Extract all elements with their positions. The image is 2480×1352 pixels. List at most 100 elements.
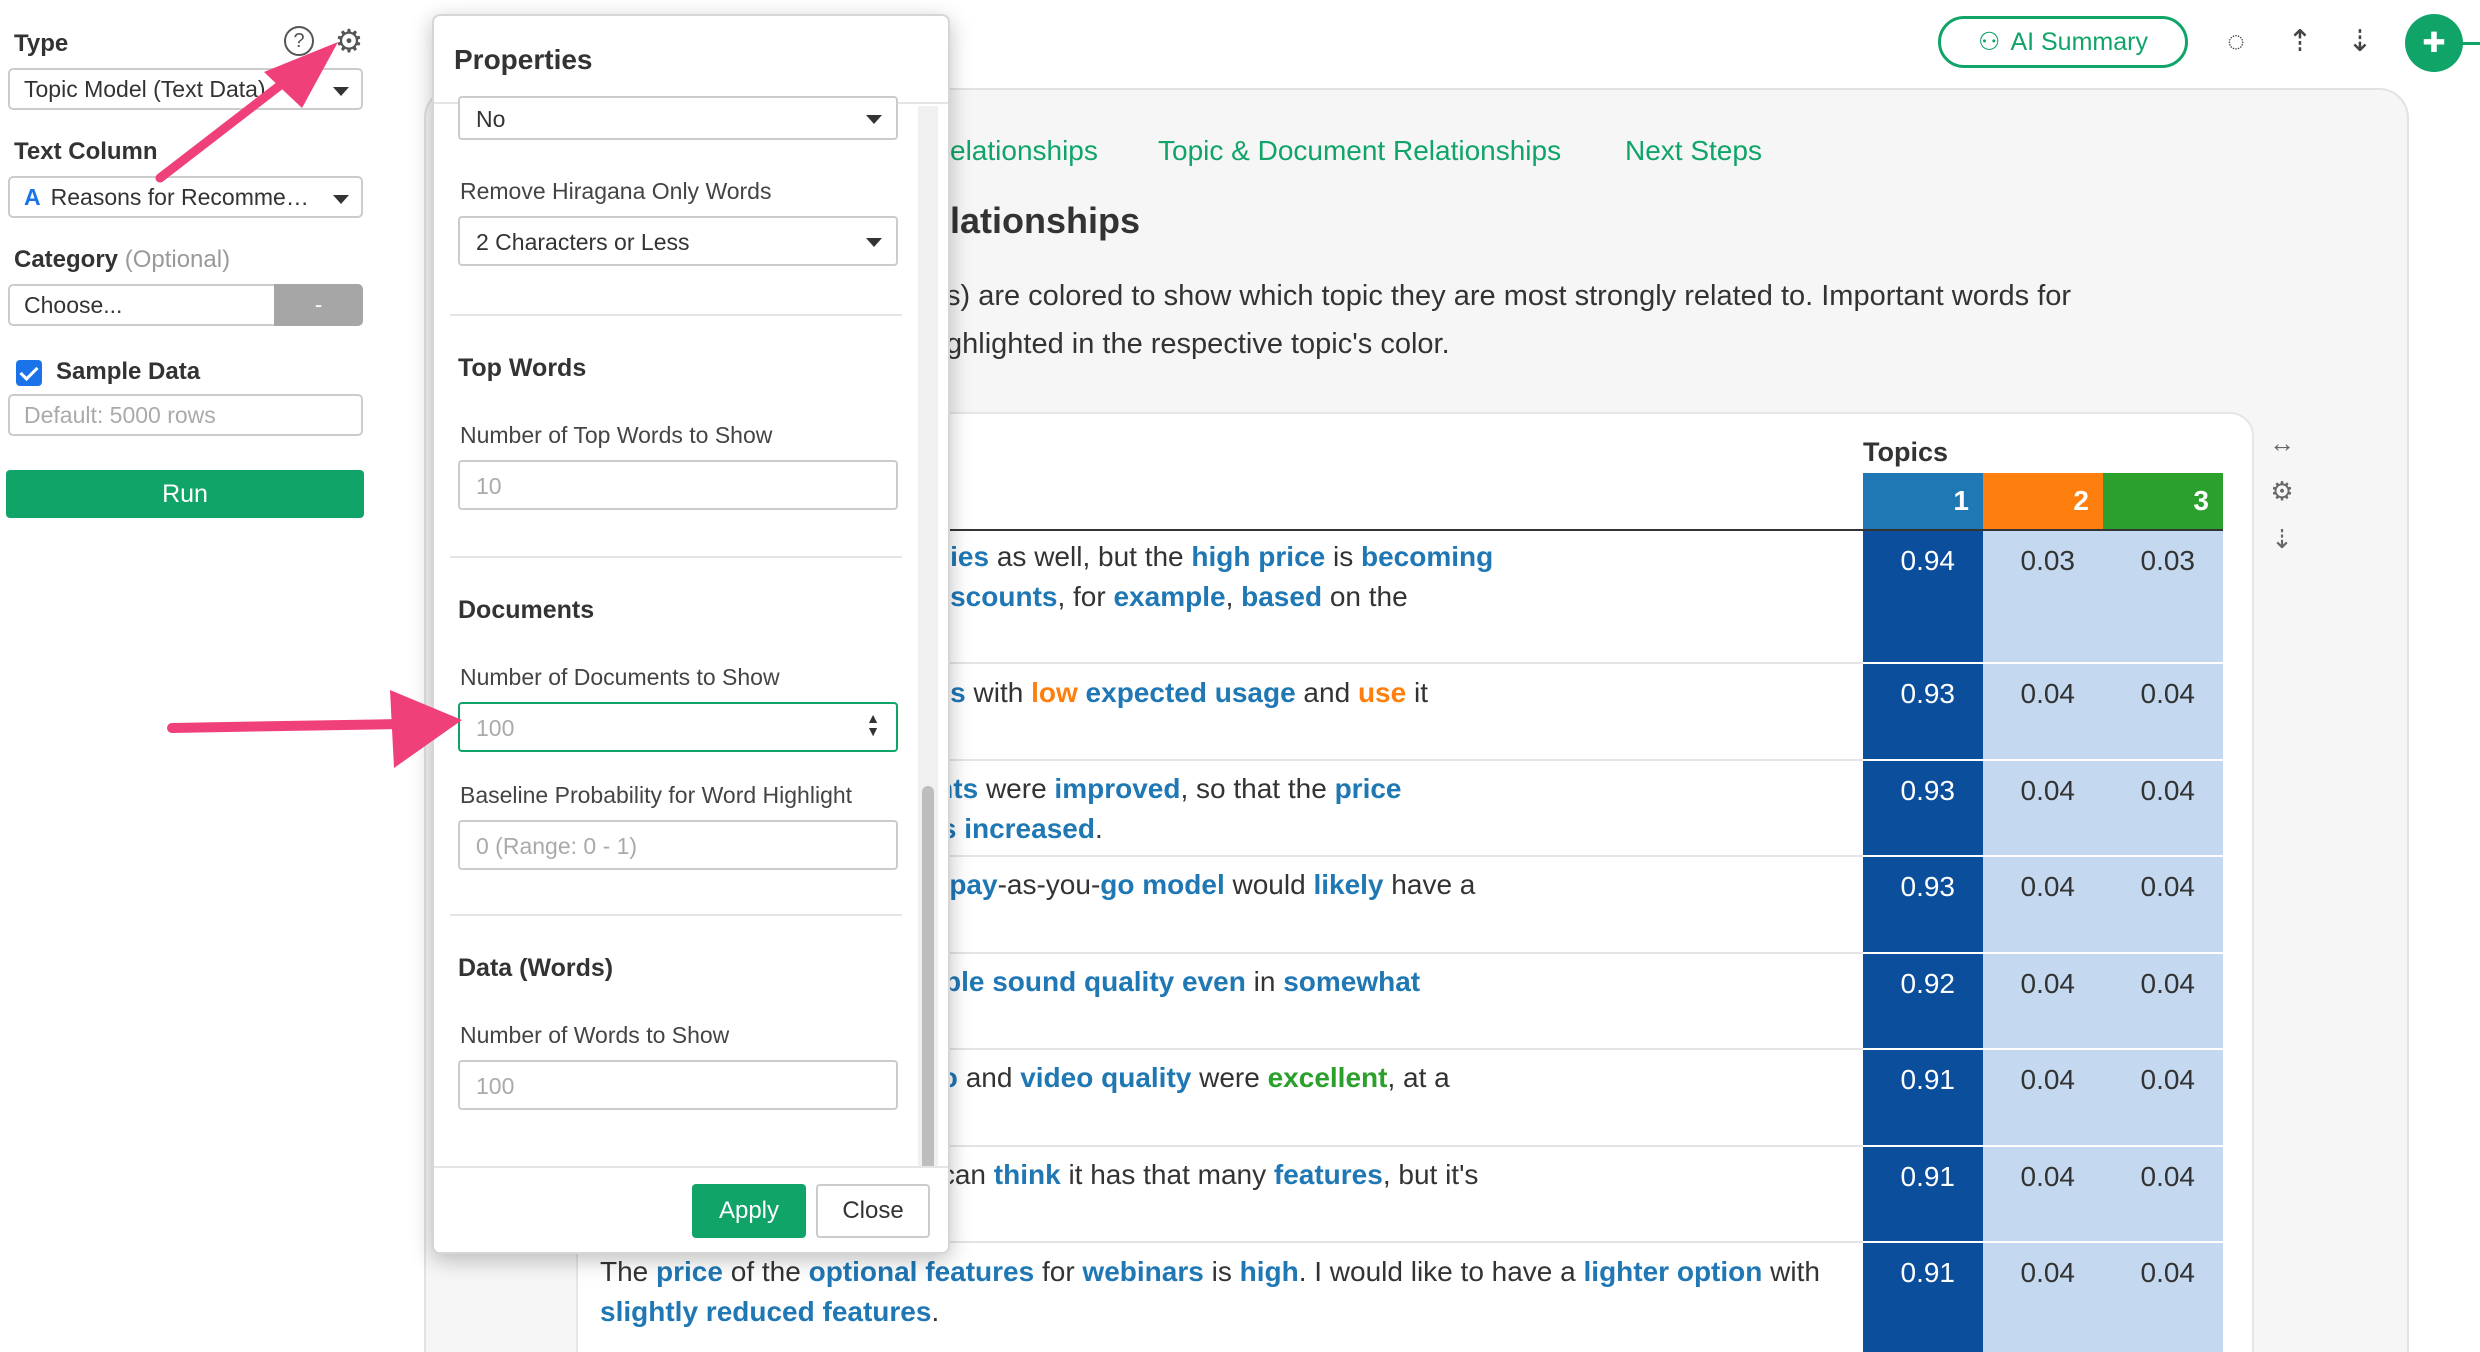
topic2-value: 0.04	[1983, 857, 2103, 952]
topic2-value: 0.04	[1983, 1243, 2103, 1352]
table-row: The price of the optional features for w…	[600, 1256, 1820, 1327]
data-words-placeholder: 100	[476, 1073, 515, 1099]
dialog-scrollbar-thumb[interactable]	[922, 786, 934, 1176]
hiragana-select[interactable]: 2 Characters or Less	[458, 216, 898, 266]
chevron-down-icon	[866, 115, 882, 124]
topic2-value: 0.04	[1983, 954, 2103, 1048]
baseline-input[interactable]: 0 (Range: 0 - 1)	[458, 820, 898, 870]
run-button[interactable]: Run	[6, 470, 364, 518]
baseline-label: Baseline Probability for Word Highlight	[460, 782, 853, 808]
pin-icon[interactable]: ✚	[2405, 14, 2463, 72]
data-words-input[interactable]: 100	[458, 1060, 898, 1110]
topic2-value: 0.04	[1983, 761, 2103, 855]
top-words-placeholder: 10	[476, 473, 502, 499]
sample-data-label: Sample Data	[56, 358, 201, 385]
documents-heading: Documents	[458, 596, 595, 624]
close-button[interactable]: Close	[816, 1184, 930, 1238]
category-label: Category (Optional)	[14, 246, 230, 274]
top-words-heading: Top Words	[458, 354, 587, 382]
section-divider	[450, 314, 902, 316]
category-clear-button[interactable]: -	[274, 284, 363, 326]
apply-button[interactable]: Apply	[692, 1184, 806, 1238]
top-words-input[interactable]: 10	[458, 460, 898, 510]
gear-icon[interactable]: ⚙	[332, 24, 366, 58]
upload-icon[interactable]: ⇡	[2280, 22, 2320, 62]
topic2-value: 0.03	[1983, 531, 2103, 662]
text-column-select[interactable]: A Reasons for Recomme…	[8, 176, 363, 218]
expand-width-icon[interactable]: ↔	[2266, 428, 2298, 460]
download-icon[interactable]: ⇣	[2266, 524, 2298, 556]
category-select[interactable]: Choose...	[8, 284, 278, 326]
topic3-value: 0.03	[2103, 531, 2223, 662]
topic3-value: 0.04	[2103, 761, 2223, 855]
section-divider	[450, 914, 902, 916]
topic-header-2: 2	[1983, 473, 2103, 531]
topic3-value: 0.04	[2103, 664, 2223, 759]
tab-next-steps[interactable]: Next Steps	[1625, 135, 1762, 167]
topics-header: Topics	[1863, 437, 1949, 467]
ai-summary-label: AI Summary	[2010, 28, 2148, 56]
description-line-2: ghlighted in the respective topic's colo…	[946, 328, 1450, 360]
gear-icon[interactable]: ⚙	[2266, 476, 2298, 508]
download-icon[interactable]: ⇣	[2340, 22, 2380, 62]
category-value: Choose...	[24, 292, 123, 318]
ai-summary-button[interactable]: ⚇ AI Summary	[1938, 16, 2188, 68]
topic2-value: 0.04	[1983, 1147, 2103, 1241]
text-type-icon: A	[24, 184, 41, 210]
top-option-select[interactable]: No	[458, 96, 898, 140]
topic-header-3: 3	[2103, 473, 2223, 531]
topic3-value: 0.04	[2103, 1147, 2223, 1241]
text-column-label: Text Column	[14, 138, 158, 165]
sample-rows-input[interactable]: Default: 5000 rows	[8, 394, 363, 436]
type-select[interactable]: Topic Model (Text Data)	[8, 68, 363, 110]
section-divider	[450, 556, 902, 558]
sample-data-checkbox[interactable]	[16, 360, 42, 386]
documents-label: Number of Documents to Show	[460, 664, 780, 690]
topic3-value: 0.04	[2103, 1243, 2223, 1352]
left-config-panel: Type ? ⚙ Topic Model (Text Data) Text Co…	[0, 0, 380, 1352]
topic1-value: 0.93	[1863, 761, 1983, 855]
tab-topic-document-relationships[interactable]: Topic & Document Relationships	[1158, 135, 1561, 167]
type-label: Type	[14, 30, 69, 57]
topic3-value: 0.04	[2103, 954, 2223, 1048]
documents-placeholder: 100	[476, 715, 515, 741]
type-select-value: Topic Model (Text Data)	[24, 76, 266, 102]
topic2-value: 0.04	[1983, 664, 2103, 759]
tab-relationships[interactable]: elationships	[950, 135, 1098, 167]
text-column-value: Reasons for Recomme…	[50, 184, 309, 210]
topic1-value: 0.92	[1863, 954, 1983, 1048]
sample-rows-placeholder: Default: 5000 rows	[24, 402, 216, 428]
hiragana-value: 2 Characters or Less	[476, 229, 690, 255]
help-icon[interactable]: ?	[284, 26, 314, 56]
data-words-heading: Data (Words)	[458, 954, 614, 982]
topic1-value: 0.93	[1863, 857, 1983, 952]
topic1-value: 0.91	[1863, 1147, 1983, 1241]
top-option-value: No	[476, 106, 506, 132]
hiragana-label: Remove Hiragana Only Words	[460, 178, 772, 204]
pin-connector	[2462, 42, 2480, 45]
topic1-value: 0.94	[1863, 531, 1983, 662]
chevron-down-icon	[333, 195, 349, 204]
stepper-icon[interactable]: ▲ ▼	[866, 711, 880, 738]
category-optional-text: (Optional)	[124, 246, 231, 273]
topic3-value: 0.04	[2103, 857, 2223, 952]
properties-dialog: Properties No Remove Hiragana Only Words…	[432, 14, 950, 1254]
data-words-label: Number of Words to Show	[460, 1022, 730, 1048]
topic1-value: 0.91	[1863, 1050, 1983, 1145]
baseline-placeholder: 0 (Range: 0 - 1)	[476, 833, 638, 859]
topic3-value: 0.04	[2103, 1050, 2223, 1145]
robot-icon: ⚇	[1978, 28, 2001, 56]
category-label-text: Category	[14, 246, 119, 273]
comment-icon[interactable]: ◌	[2216, 22, 2256, 62]
top-words-label: Number of Top Words to Show	[460, 422, 773, 448]
topic1-value: 0.91	[1863, 1243, 1983, 1352]
chevron-down-icon	[333, 87, 349, 96]
description-line-1: s) are colored to show which topic they …	[946, 280, 2072, 312]
dialog-title: Properties	[454, 44, 593, 75]
chevron-down-icon	[866, 238, 882, 247]
documents-input[interactable]: 100 ▲ ▼	[458, 702, 898, 752]
topic1-value: 0.93	[1863, 664, 1983, 759]
topic2-value: 0.04	[1983, 1050, 2103, 1145]
section-title: lationships	[950, 200, 1141, 241]
topic-header-1: 1	[1863, 473, 1983, 531]
